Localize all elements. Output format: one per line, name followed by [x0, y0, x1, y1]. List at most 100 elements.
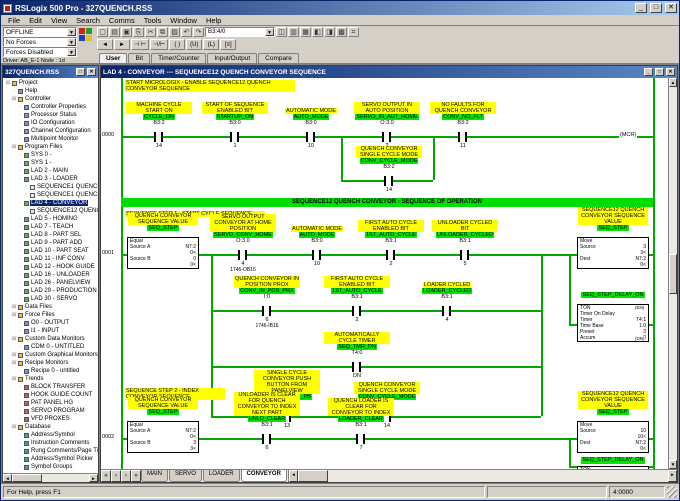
forces-combo[interactable]: No Forces ▼ — [3, 37, 77, 47]
xic-contact[interactable] — [154, 132, 163, 142]
tree-expand-icon[interactable]: ⊟ — [11, 144, 17, 150]
tree-expand-icon[interactable]: ⊟ — [11, 424, 17, 430]
ladder-vertical-scrollbar[interactable]: ▲ ▼ — [668, 78, 677, 469]
ote-instruction-button[interactable]: ( ) — [169, 39, 186, 50]
tab-nav-1[interactable]: ‹ — [111, 470, 121, 482]
ladder-minimize-button[interactable]: _ — [644, 68, 653, 76]
tree-item-lad-4-conveyor[interactable]: · LAD 4 - CONVEYOR — [3, 199, 98, 207]
xic-instruction-button[interactable]: ⊣ ⊢ — [131, 39, 150, 50]
database-icon[interactable]: ▦ — [300, 27, 311, 37]
paste-icon[interactable]: ▨ — [169, 27, 180, 37]
tree-item-channel-configuration[interactable]: · Channel Configuration — [3, 127, 98, 135]
tree-item-block-transfer[interactable]: · BLOCK TRANSFER — [3, 383, 98, 391]
file-tab-loader[interactable]: LOADER — [202, 470, 240, 482]
address-combo[interactable]: B3:4/0 ▼ — [205, 27, 275, 37]
xic-contact[interactable] — [356, 434, 365, 444]
otl-instruction-button[interactable]: (L) — [203, 39, 220, 50]
ladder-editor-canvas[interactable]: START MICROLOGIX - ENABLE SEQUENCE12 QUE… — [101, 78, 668, 469]
menu-help[interactable]: Help — [202, 16, 225, 25]
project-verify-icon[interactable] — [79, 28, 93, 42]
tree-item-cdm-0-untitled[interactable]: · CDM 0 - UNTITLED — [3, 343, 98, 351]
xic-contact[interactable] — [384, 176, 393, 186]
tree-item-help[interactable]: · Help — [3, 87, 98, 95]
instruction-box[interactable]: Move Source 10 10< Dest N7:2 0< — [577, 421, 649, 453]
tree-expand-icon[interactable]: ⊟ — [11, 304, 17, 310]
tree-item-lad-9-part-add[interactable]: · LAD 9 - PART ADD — [3, 239, 98, 247]
tree-item-vfd-proxes[interactable]: · VFD PROXES — [3, 415, 98, 423]
ladder-close-button[interactable]: ✕ — [666, 68, 675, 76]
menu-view[interactable]: View — [47, 16, 71, 25]
palette-next-button[interactable]: ► — [114, 39, 130, 50]
tree-item-lad-26-panelview[interactable]: · LAD 26 - PANELVIEW — [3, 279, 98, 287]
palette-tab-input-output[interactable]: Input/Output — [207, 53, 258, 63]
tree-item-symbol-groups[interactable]: · Symbol Groups — [3, 463, 98, 471]
resize-grip[interactable] — [667, 486, 677, 498]
tree-close-button[interactable]: ✕ — [87, 68, 96, 76]
tree-item-lad-8-part-sel[interactable]: · LAD 8 - PART SEL — [3, 231, 98, 239]
instruction-box[interactable]: Equal Source A N7:2 0< Source B 0 0< — [127, 237, 199, 269]
tree-item-hook-guide-count[interactable]: · HOOK GUIDE COUNT — [3, 391, 98, 399]
xic-contact[interactable] — [230, 132, 239, 142]
help-grid-icon[interactable]: ⌗ — [348, 27, 359, 37]
tree-item-instruction-comments[interactable]: · Instruction Comments — [3, 439, 98, 447]
tree-item-rung-comments-page-title[interactable]: · Rung Comments/Page Title — [3, 447, 98, 455]
tree-expand-icon[interactable]: ⊟ — [11, 312, 17, 318]
ladder-horizontal-scrollbar[interactable]: ◄ ► — [287, 470, 677, 482]
rung-number[interactable]: 0000 — [102, 132, 119, 138]
tree-item-address-symbol-picker[interactable]: · Address/Symbol Picker — [3, 455, 98, 463]
tree-item-lad-7-teach[interactable]: · LAD 7 - TEACH — [3, 223, 98, 231]
scroll-thumb[interactable] — [669, 253, 677, 294]
tree-item-program-files[interactable]: ⊟ Program Files — [3, 143, 98, 151]
tree-item-address-symbol[interactable]: · Address/Symbol — [3, 431, 98, 439]
palette-tab-timer-counter[interactable]: Timer/Counter — [151, 53, 207, 63]
tab-nav-2[interactable]: › — [121, 470, 131, 482]
xio-instruction-button[interactable]: ⊣/⊢ — [150, 39, 169, 50]
tree-titlebar[interactable]: 327QUENCH.RSS □ ✕ — [3, 66, 98, 78]
xic-contact[interactable] — [306, 132, 315, 142]
forces-state-combo[interactable]: Forces Disabled ▼ — [3, 47, 77, 57]
ladder-maximize-button[interactable]: □ — [655, 68, 664, 76]
scroll-thumb[interactable] — [297, 470, 328, 482]
tree-maximize-button[interactable]: □ — [76, 68, 85, 76]
tree-item-sequence1-quench-load[interactable]: · SEQUENCE1 QUENCH LOAD — [3, 191, 98, 199]
tree-item-controller[interactable]: ⊟ Controller — [3, 95, 98, 103]
tree-item-database[interactable]: ⊟ Database — [3, 423, 98, 431]
xic-contact[interactable] — [460, 250, 469, 260]
tree-item-lad-29-production[interactable]: · LAD 29 - PRODUCTION — [3, 287, 98, 295]
palette-tab-bit[interactable]: Bit — [128, 53, 151, 63]
tree-expand-icon[interactable]: ⊟ — [11, 336, 17, 342]
tree-expand-icon[interactable]: ⊟ — [5, 80, 11, 86]
tree-item-controller-properties[interactable]: · Controller Properties — [3, 103, 98, 111]
tree-horizontal-scrollbar[interactable]: ◄ ► — [3, 473, 98, 482]
tree-item-o0-output[interactable]: · O0 - OUTPUT — [3, 319, 98, 327]
tree-expand-icon[interactable]: ⊟ — [11, 376, 17, 382]
file-tab-conveyor[interactable]: CONVEYOR — [240, 470, 287, 482]
box-instruction-button[interactable]: [≡] — [220, 39, 237, 50]
xic-contact[interactable] — [352, 306, 361, 316]
tree-item-project[interactable]: ⊟ Project — [3, 79, 98, 87]
tree-item-lad-2-main[interactable]: · LAD 2 - MAIN — [3, 167, 98, 175]
open-file-icon[interactable]: ▤ — [109, 27, 120, 37]
file-tab-servo[interactable]: SERVO — [169, 470, 202, 482]
tree-item-lad-11-inf-conv[interactable]: · LAD 11 - INF CONV — [3, 255, 98, 263]
chevron-down-icon[interactable]: ▼ — [67, 48, 76, 56]
tree-expand-icon[interactable]: ⊟ — [11, 352, 17, 358]
minimize-button[interactable]: _ — [635, 3, 647, 13]
tree-item-lad-16-unloader[interactable]: · LAD 16 - UNLOADER — [3, 271, 98, 279]
xic-contact[interactable] — [458, 132, 467, 142]
menu-comms[interactable]: Comms — [105, 16, 139, 25]
menu-tools[interactable]: Tools — [140, 16, 166, 25]
tree-item-custom-graphical-monitors[interactable]: ⊟ Custom Graphical Monitors — [3, 351, 98, 359]
tree-expand-icon[interactable]: ⊟ — [11, 96, 17, 102]
tree-item-io-configuration[interactable]: · IO Configuration — [3, 119, 98, 127]
tree-item-trends[interactable]: ⊟ Trends — [3, 375, 98, 383]
menu-search[interactable]: Search — [72, 16, 104, 25]
mode-combo[interactable]: OFFLINE ▼ — [3, 27, 77, 37]
tree-item-processor-status[interactable]: · Processor Status — [3, 111, 98, 119]
cut-icon[interactable]: ✂ — [145, 27, 156, 37]
tree-item-lad-10-part-seat[interactable]: · LAD 10 - PART SEAT — [3, 247, 98, 255]
tree-item-lad-5-homing[interactable]: · LAD 5 - HOMING — [3, 215, 98, 223]
palette-tab-compare[interactable]: Compare — [258, 53, 299, 63]
window-titlebar[interactable]: RSLogix 500 Pro - 327QUENCH.RSS _ □ ✕ — [1, 1, 679, 15]
tab-nav-0[interactable]: « — [101, 470, 111, 482]
